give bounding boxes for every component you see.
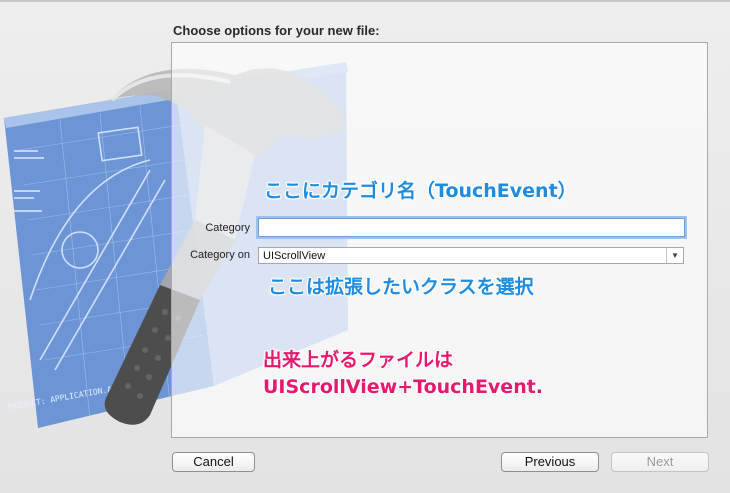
chevron-down-icon[interactable]: ▼ bbox=[666, 248, 683, 263]
cancel-button[interactable]: Cancel bbox=[172, 452, 255, 472]
category-on-value: UIScrollView bbox=[263, 250, 326, 262]
category-on-select[interactable]: UIScrollView ▼ bbox=[258, 247, 684, 264]
category-input[interactable] bbox=[258, 218, 685, 237]
next-button[interactable]: Next bbox=[611, 452, 709, 472]
result-annotation-line1: 出来上がるファイルは bbox=[263, 349, 454, 371]
class-hint-annotation: ここは拡張したいクラスを選択 bbox=[268, 276, 534, 298]
category-on-label: Category on bbox=[190, 249, 250, 261]
category-hint-annotation: ここにカテゴリ名（TouchEvent） bbox=[264, 180, 577, 202]
category-label: Category bbox=[205, 222, 250, 234]
previous-button[interactable]: Previous bbox=[501, 452, 599, 472]
dialog-title: Choose options for your new file: bbox=[173, 23, 380, 38]
result-annotation-line2: UIScrollView+TouchEvent. bbox=[263, 376, 544, 398]
